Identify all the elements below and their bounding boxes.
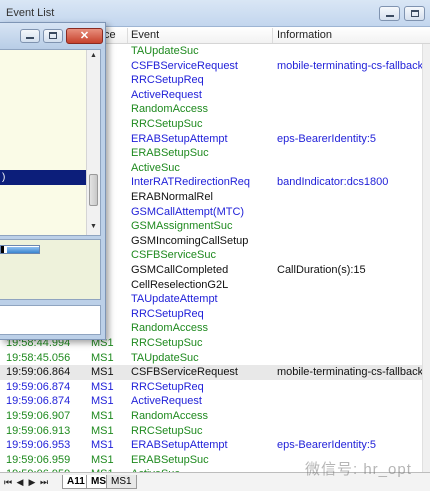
cell-event: CSFBServiceSuc <box>131 249 216 262</box>
cell-event: CellReselectionG2L <box>131 278 229 291</box>
cell-event: RandomAccess <box>131 410 209 422</box>
cell-information: mobile-terminating-cs-fallback <box>277 366 424 379</box>
close-icon: ✕ <box>79 30 90 42</box>
dialog-maximize-button[interactable] <box>43 29 63 43</box>
cell-source: MS1 <box>91 424 114 437</box>
cell-information: eps-BearerIdentity:5 <box>277 132 377 145</box>
cell-event: GSMAssignmentSuc <box>131 220 233 233</box>
cell-time: 19:59:06.913 <box>6 424 71 437</box>
cell-event: ERABSetupSuc <box>131 453 209 466</box>
table-row[interactable]: 19:59:06.953 MS1 ERABSetupAttempt eps-Beare… <box>0 438 430 453</box>
cell-time: 19:58:45.056 <box>6 351 71 364</box>
cell-event: ERABSetupAttempt <box>131 439 228 452</box>
cell-event: TAUpdateAttempt <box>131 293 218 306</box>
cell-event: ERABSetupSuc <box>131 147 209 160</box>
table-row[interactable]: 19:59:06.874 MS1 ActiveRequest <box>0 394 430 409</box>
cell-event: ActiveRequest <box>131 395 202 408</box>
dialog-list-panel: ) ▲ ▼ <box>0 49 101 236</box>
dialog-input-panel[interactable] <box>0 305 101 335</box>
cell-event: RandomAccess <box>131 322 209 335</box>
cell-event: RRCSetupReq <box>131 74 204 87</box>
cell-source: MS1 <box>91 439 114 452</box>
cell-event: CSFBServiceRequest <box>131 366 238 379</box>
cell-event: RRCSetupReq <box>131 307 204 320</box>
cell-event: CSFBServiceRequest <box>131 59 238 72</box>
cell-event: TAUpdateSuc <box>131 45 199 57</box>
cell-information: bandIndicator:dcs1800 <box>277 176 389 189</box>
scroll-down-icon[interactable]: ▼ <box>89 222 98 232</box>
column-header-event[interactable]: Event <box>131 29 159 41</box>
cell-time: 19:59:06.959 <box>6 453 71 466</box>
event-list-window: Event List ce Event Information TAUpdate… <box>0 0 430 491</box>
cell-source: MS1 <box>91 380 114 393</box>
cell-event: InterRATRedirectionReq <box>131 176 251 189</box>
table-row[interactable]: 19:59:06.907 MS1 RandomAccess <box>0 409 430 424</box>
cell-source: MS1 <box>91 453 114 466</box>
cell-event: GSMCallAttempt(MTC) <box>131 205 245 218</box>
watermark-text: 微信号: hr_opt <box>305 461 412 478</box>
column-divider[interactable] <box>272 28 273 43</box>
cell-event: ERABSetupAttempt <box>131 132 228 145</box>
dialog-scroll-thumb[interactable] <box>89 174 98 206</box>
cell-event: RandomAccess <box>131 103 209 116</box>
dialog-list-scrollbar[interactable]: ▲ ▼ <box>86 50 100 235</box>
table-row[interactable]: 19:59:06.874 MS1 RRCSetupReq <box>0 380 430 395</box>
cell-information: eps-BearerIdentity:5 <box>277 439 377 452</box>
column-header-information[interactable]: Information <box>277 29 332 41</box>
dialog-minimize-button[interactable] <box>20 29 40 43</box>
cell-event: GSMIncomingCallSetup <box>131 234 249 247</box>
cell-event: RRCSetupSuc <box>131 424 203 437</box>
prev-tab-icon[interactable]: ◀ <box>15 476 25 488</box>
cell-event: ActiveSuc <box>131 161 180 174</box>
cell-source: MS1 <box>91 366 114 379</box>
cell-information: mobile-terminating-cs-fallback <box>277 59 424 72</box>
cell-event: ActiveRequest <box>131 88 202 101</box>
tab-ms1[interactable]: MS1 <box>106 475 137 489</box>
cell-event: RRCSetupSuc <box>131 118 203 130</box>
cell-information: CallDuration(s):15 <box>277 264 366 276</box>
cell-source: MS1 <box>91 351 114 364</box>
minimize-icon <box>386 15 394 17</box>
dialog-selected-item[interactable]: ) <box>0 170 86 185</box>
last-tab-icon[interactable]: ⏭ <box>39 476 49 488</box>
cell-event: TAUpdateSuc <box>131 351 199 364</box>
column-divider[interactable] <box>127 28 128 43</box>
dialog-progress-bar <box>0 245 40 254</box>
maximize-icon <box>49 32 57 39</box>
cell-event: GSMCallCompleted <box>131 264 229 276</box>
overlay-dialog: ✕ ) ▲ ▼ <box>0 22 106 340</box>
dialog-close-button[interactable]: ✕ <box>66 28 103 44</box>
progress-marker <box>1 246 4 253</box>
next-tab-icon[interactable]: ▶ <box>27 476 37 488</box>
window-title: Event List <box>6 7 55 19</box>
cell-event: RRCSetupSuc <box>131 337 203 349</box>
vertical-scrollbar[interactable] <box>422 44 430 472</box>
cell-time: 19:59:06.864 <box>6 366 71 379</box>
maximize-button[interactable] <box>404 6 425 21</box>
progress-fill <box>7 247 39 253</box>
table-row[interactable]: 19:58:45.056 MS1 TAUpdateSuc <box>0 351 430 366</box>
cell-time: 19:59:06.874 <box>6 395 71 408</box>
cell-source: MS1 <box>91 395 114 408</box>
cell-source: MS1 <box>91 410 114 422</box>
cell-time: 19:59:06.874 <box>6 380 71 393</box>
cell-time: 19:59:06.953 <box>6 439 71 452</box>
dialog-progress-panel <box>0 239 101 300</box>
cell-event: ERABNormalRel <box>131 191 213 203</box>
scroll-up-icon[interactable]: ▲ <box>89 51 98 61</box>
maximize-icon <box>411 10 419 17</box>
dialog-title-bar[interactable]: ✕ <box>0 23 105 49</box>
first-tab-icon[interactable]: ⏮ <box>3 476 13 488</box>
minimize-button[interactable] <box>379 6 400 21</box>
table-row[interactable]: 19:59:06.864 MS1 CSFBServiceRequest mobile-… <box>0 365 430 380</box>
minimize-icon <box>26 37 34 39</box>
cell-time: 19:59:06.907 <box>6 410 71 422</box>
table-row[interactable]: 19:59:06.913 MS1 RRCSetupSuc <box>0 424 430 439</box>
cell-event: RRCSetupReq <box>131 380 204 393</box>
